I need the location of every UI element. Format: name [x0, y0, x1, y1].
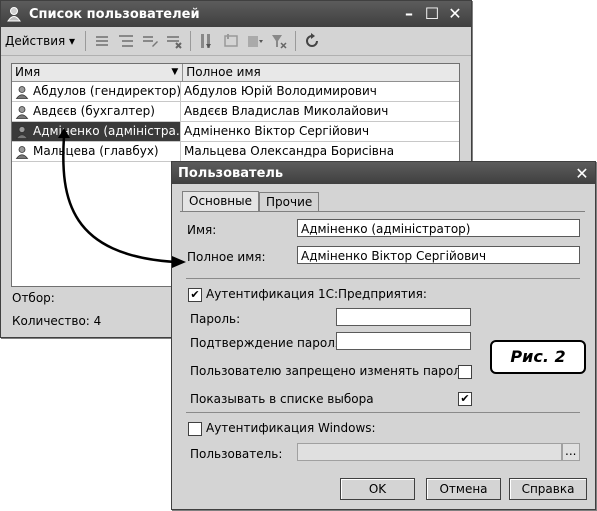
cell-name-text: Мальцева (главбух): [33, 144, 159, 158]
toolbar-separator: [295, 31, 297, 51]
show-in-list-check-mark: ✔: [460, 392, 470, 405]
help-button[interactable]: Справка: [509, 478, 587, 500]
deny-change-label: Пользователю запрещено изменять пароль: [190, 364, 468, 378]
windows-user-field[interactable]: [297, 443, 562, 461]
dialog-titlebar: Пользователь ✕: [172, 162, 595, 184]
user-icon: [15, 85, 29, 99]
add-icon[interactable]: [93, 32, 111, 50]
auth1c-label: Аутентификация 1С:Предприятия:: [206, 287, 427, 301]
filter-label: Отбор:: [12, 291, 55, 305]
user-icon: [15, 105, 29, 119]
show-in-list-label: Показывать в списке выбора: [190, 392, 374, 406]
figure-label: Рис. 2: [490, 340, 586, 374]
confirm-password-label: Подтверждение пароля:: [190, 336, 347, 350]
password-label: Пароль:: [190, 312, 241, 326]
cell-fullname: Адміненко Віктор Сергійович: [184, 124, 370, 138]
refresh-icon[interactable]: [303, 32, 321, 50]
auth-windows-checkbox[interactable]: [188, 422, 202, 436]
cell-name-text: Абдулов (гендиректор): [33, 84, 181, 98]
actions-label: Действия: [5, 34, 66, 48]
tab-main[interactable]: Основные: [182, 191, 260, 212]
auth-windows-label: Аутентификация Windows:: [206, 421, 376, 435]
cell-name-text: Авдєєв (бухгалтер): [33, 104, 155, 118]
cell-fullname: Абдулов Юрій Володимирович: [184, 84, 377, 98]
list-title: Список пользователей: [29, 6, 200, 22]
column-fullname-label: Полное имя: [186, 65, 261, 79]
hierarchy-icon[interactable]: [198, 32, 216, 50]
table-row[interactable]: Адміненко (адміністра... Адміненко Віктор…: [12, 122, 459, 142]
delete-icon[interactable]: [165, 32, 183, 50]
name-field[interactable]: Адміненко (адміністратор): [297, 219, 580, 237]
copy-dropdown-icon[interactable]: [246, 32, 264, 50]
toolbar-separator: [85, 31, 87, 51]
table-row[interactable]: Мальцева (главбух) Мальцева Олександра Бо…: [12, 142, 459, 162]
cell-name: Авдєєв (бухгалтер): [12, 102, 181, 121]
close-icon[interactable]: ✕: [572, 164, 592, 183]
toolbar-separator: [190, 31, 192, 51]
actions-menu[interactable]: Действия ▾: [5, 34, 75, 48]
divider: [186, 412, 580, 413]
table-row[interactable]: Абдулов (гендиректор) Абдулов Юрій Володи…: [12, 82, 459, 102]
cell-fullname: Мальцева Олександра Борисівна: [184, 144, 395, 158]
windows-user-label: Пользователь:: [190, 447, 283, 461]
fullname-label: Полное имя:: [187, 250, 266, 264]
tab-other[interactable]: Прочие: [259, 192, 320, 212]
ok-button[interactable]: OK: [340, 478, 415, 500]
list-toolbar: Действия ▾: [1, 27, 471, 56]
sort-arrow-icon: ▼: [171, 67, 179, 77]
user-icon: [15, 145, 29, 159]
filter-clear-icon[interactable]: [270, 32, 288, 50]
tab-strip: Основные Прочие: [182, 191, 320, 213]
cell-name-text: Адміненко (адміністра...: [33, 124, 181, 138]
auth1c-checkbox[interactable]: ✔: [188, 288, 202, 302]
divider: [186, 278, 580, 279]
level-up-icon[interactable]: [222, 32, 240, 50]
name-label: Имя:: [187, 223, 217, 237]
column-header-fullname[interactable]: Полное имя: [183, 64, 459, 81]
column-name-label: Имя: [15, 65, 41, 79]
table-row[interactable]: Авдєєв (бухгалтер) Авдєєв Владислав Микол…: [12, 102, 459, 122]
deny-change-checkbox[interactable]: [458, 365, 472, 379]
list-titlebar: Список пользователей – ☐ ✕: [1, 1, 471, 27]
count-label: Количество: 4: [12, 314, 102, 328]
auth1c-check-mark: ✔: [190, 288, 200, 301]
column-header-name[interactable]: Имя ▼: [12, 64, 184, 81]
table-header: Имя ▼ Полное имя: [12, 64, 459, 82]
edit-icon[interactable]: [141, 32, 159, 50]
minimize-icon[interactable]: –: [399, 4, 419, 23]
cancel-button[interactable]: Отмена: [426, 478, 501, 500]
confirm-password-field[interactable]: [336, 332, 471, 350]
user-dialog: Пользователь ✕ Основные Прочие Имя: Адмі…: [171, 161, 596, 510]
password-field[interactable]: [336, 308, 471, 326]
cell-name: Абдулов (гендиректор): [12, 82, 181, 101]
dialog-title: Пользователь: [178, 165, 284, 181]
windows-user-select-button[interactable]: ...: [562, 443, 580, 461]
user-icon: [15, 125, 29, 139]
add-group-icon[interactable]: [117, 32, 135, 50]
user-icon: [7, 7, 21, 22]
cell-fullname: Авдєєв Владислав Миколайович: [184, 104, 389, 118]
cell-name: Мальцева (главбух): [12, 142, 181, 161]
maximize-icon[interactable]: ☐: [422, 4, 442, 23]
fullname-field[interactable]: Адміненко Віктор Сергійович: [297, 246, 580, 264]
show-in-list-checkbox[interactable]: ✔: [458, 392, 472, 406]
close-icon[interactable]: ✕: [445, 4, 465, 23]
cell-name: Адміненко (адміністра...: [12, 122, 181, 141]
